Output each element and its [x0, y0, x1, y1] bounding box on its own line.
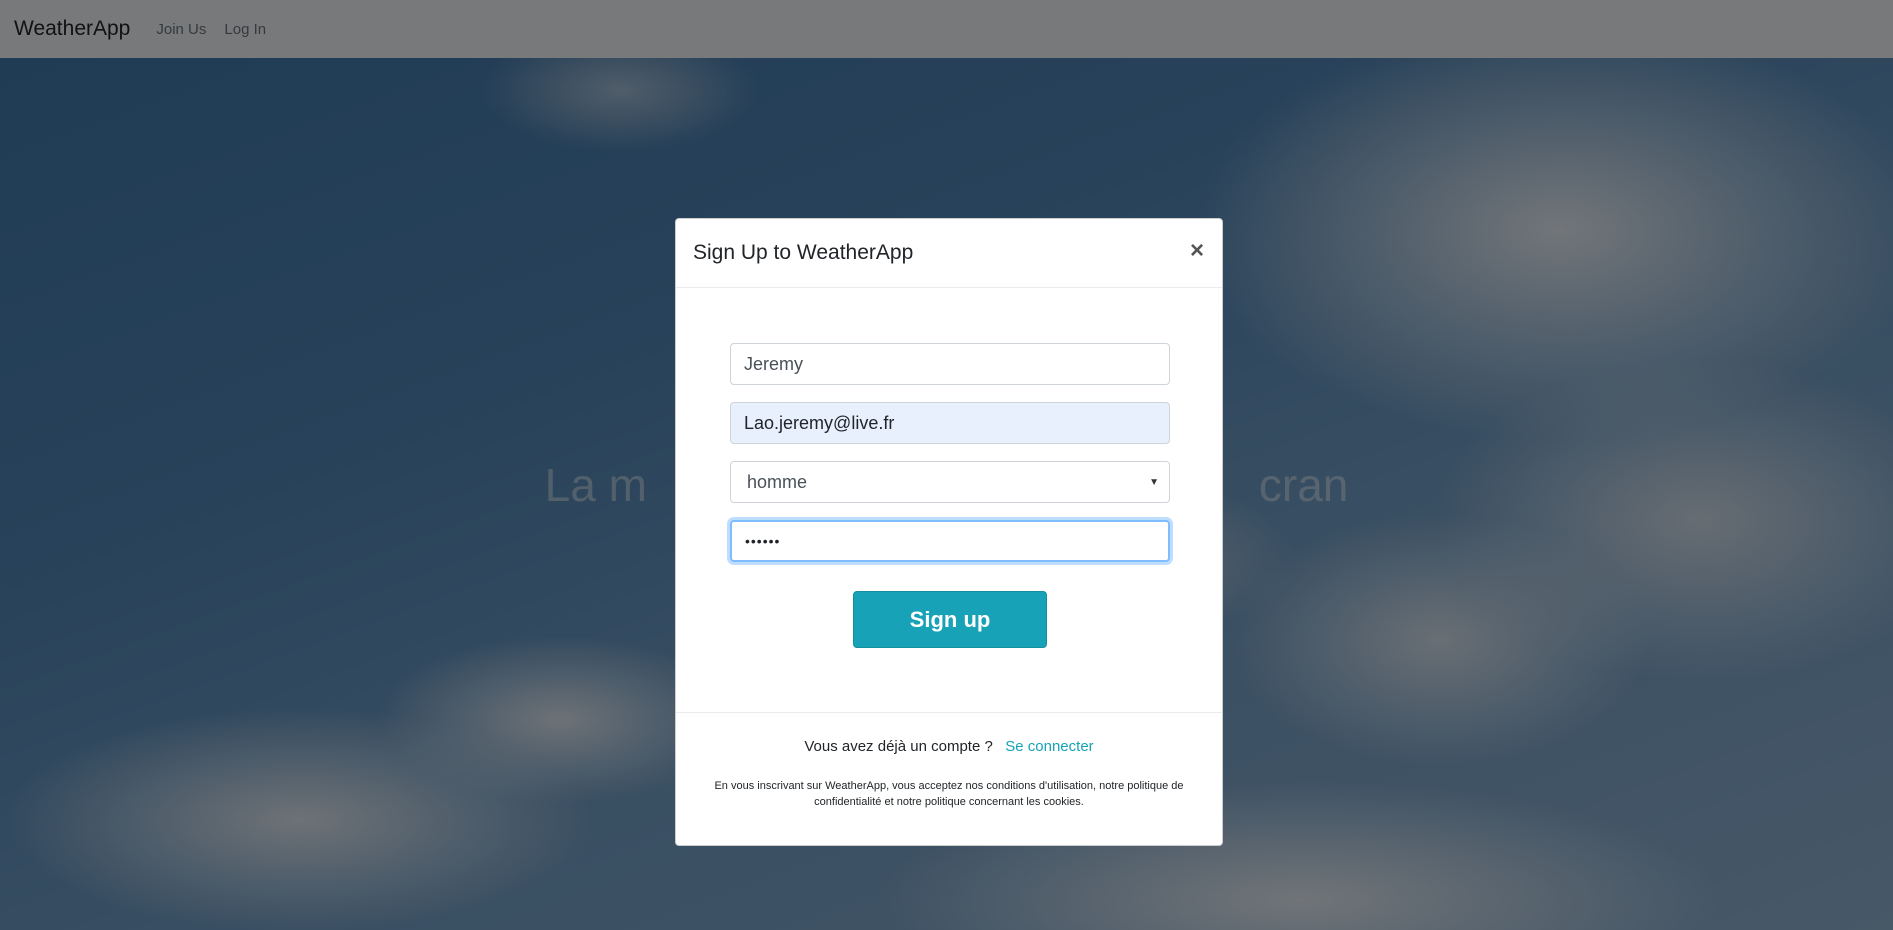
signup-modal: Sign Up to WeatherApp × homme ▼ Sign up … — [675, 218, 1223, 846]
gender-select-value: homme — [747, 471, 808, 492]
signup-button[interactable]: Sign up — [853, 591, 1047, 648]
modal-footer: Vous avez déjà un compte ? Se connecter … — [676, 713, 1222, 810]
navbar-backdrop — [0, 0, 1893, 58]
modal-title: Sign Up to WeatherApp — [693, 241, 914, 264]
email-input[interactable] — [730, 402, 1170, 444]
modal-body: homme ▼ Sign up — [676, 288, 1222, 713]
close-icon[interactable]: × — [1190, 239, 1204, 263]
chevron-down-icon: ▼ — [1149, 476, 1159, 488]
gender-select[interactable]: homme ▼ — [730, 461, 1170, 503]
modal-header: Sign Up to WeatherApp × — [676, 219, 1222, 288]
password-input[interactable] — [730, 520, 1170, 562]
signin-link[interactable]: Se connecter — [1005, 738, 1093, 755]
have-account-text: Vous avez déjà un compte ? — [804, 738, 993, 755]
page: La mcran WeatherApp Join Us Log In Sign … — [0, 0, 1893, 930]
terms-text: En vous inscrivant sur WeatherApp, vous … — [714, 780, 1184, 808]
name-input[interactable] — [730, 343, 1170, 385]
